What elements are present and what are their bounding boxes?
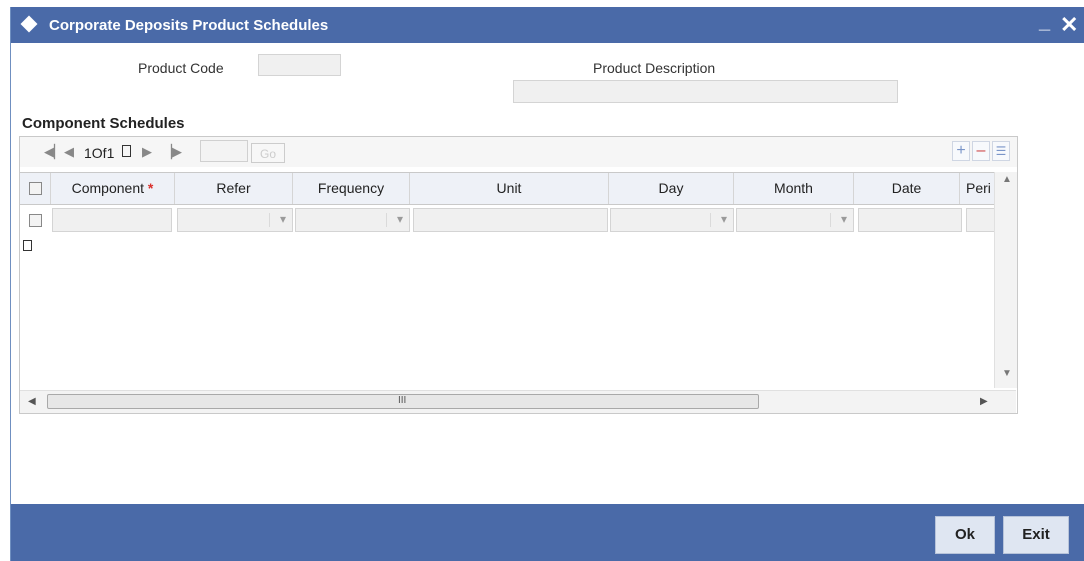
placeholder-glyph-box: [23, 240, 32, 251]
select-all-cell: [20, 173, 51, 204]
page-number-input[interactable]: [200, 140, 248, 162]
column-label-component: Component: [71, 180, 145, 196]
exit-button[interactable]: Exit: [1003, 516, 1069, 554]
component-schedules-title: Component Schedules: [22, 115, 185, 132]
minimize-icon[interactable]: _: [1039, 11, 1050, 34]
next-page-icon[interactable]: ▶: [142, 144, 152, 160]
select-all-checkbox[interactable]: [29, 182, 42, 195]
scroll-grip-icon: III: [398, 395, 407, 406]
column-header-date[interactable]: Date: [854, 173, 960, 204]
previous-page-icon[interactable]: ◀: [64, 144, 74, 160]
horizontal-scroll-thumb[interactable]: III: [47, 394, 759, 409]
column-header-peri[interactable]: Peri: [960, 173, 994, 204]
ok-button[interactable]: Ok: [935, 516, 995, 554]
column-header-unit[interactable]: Unit: [410, 173, 609, 204]
column-header-month[interactable]: Month: [734, 173, 854, 204]
footer-bar: Ok Exit: [11, 504, 1084, 561]
grid-pager: ◀▏ ◀ 1Of1 ▶ ▕▶ Go + – ☰: [20, 137, 1017, 167]
date-input[interactable]: [858, 208, 962, 232]
component-schedules-grid: ◀▏ ◀ 1Of1 ▶ ▕▶ Go + – ☰ Component * Refe…: [19, 136, 1018, 414]
page-indicator: 1Of1: [84, 145, 115, 161]
column-header-refer[interactable]: Refer: [175, 173, 293, 204]
product-description-label: Product Description: [593, 60, 716, 76]
page-placeholder-box: [122, 145, 131, 157]
last-page-icon[interactable]: ▕▶: [162, 144, 182, 160]
product-code-label: Product Code: [138, 60, 224, 76]
close-icon[interactable]: ✕: [1060, 12, 1078, 38]
schedules-window: Corporate Deposits Product Schedules _ ✕…: [10, 7, 1084, 561]
scroll-up-icon[interactable]: ▲: [1002, 174, 1012, 185]
refer-select[interactable]: [177, 208, 293, 232]
scroll-left-icon[interactable]: ◀: [28, 396, 36, 407]
scroll-right-icon[interactable]: ▶: [980, 396, 988, 407]
go-button[interactable]: Go: [251, 143, 285, 163]
add-row-icon[interactable]: +: [952, 141, 970, 161]
frequency-select[interactable]: [295, 208, 410, 232]
peri-input[interactable]: [966, 208, 994, 232]
title-bar: Corporate Deposits Product Schedules _ ✕: [11, 7, 1084, 43]
day-select[interactable]: [610, 208, 734, 232]
first-page-icon[interactable]: ◀▏: [44, 144, 64, 160]
table-row: [20, 204, 994, 236]
product-description-field[interactable]: [513, 80, 898, 103]
required-marker: *: [147, 180, 154, 196]
unit-input[interactable]: [413, 208, 608, 232]
component-input[interactable]: [52, 208, 172, 232]
column-header-frequency[interactable]: Frequency: [293, 173, 410, 204]
column-header-day[interactable]: Day: [609, 173, 734, 204]
delete-row-icon[interactable]: –: [972, 141, 990, 161]
diamond-icon: [20, 15, 38, 33]
row-select-checkbox[interactable]: [29, 214, 42, 227]
single-record-view-icon[interactable]: ☰: [992, 141, 1010, 161]
column-header-component[interactable]: Component *: [51, 173, 175, 204]
grid-header: Component * Refer Frequency Unit Day Mon…: [20, 172, 994, 205]
horizontal-scrollbar[interactable]: ◀ III ▶: [20, 390, 1016, 413]
vertical-scrollbar[interactable]: ▲ ▼: [994, 172, 1017, 388]
window-title: Corporate Deposits Product Schedules: [49, 17, 329, 34]
product-code-field[interactable]: [258, 54, 341, 76]
scroll-down-icon[interactable]: ▼: [1002, 368, 1012, 379]
month-select[interactable]: [736, 208, 854, 232]
